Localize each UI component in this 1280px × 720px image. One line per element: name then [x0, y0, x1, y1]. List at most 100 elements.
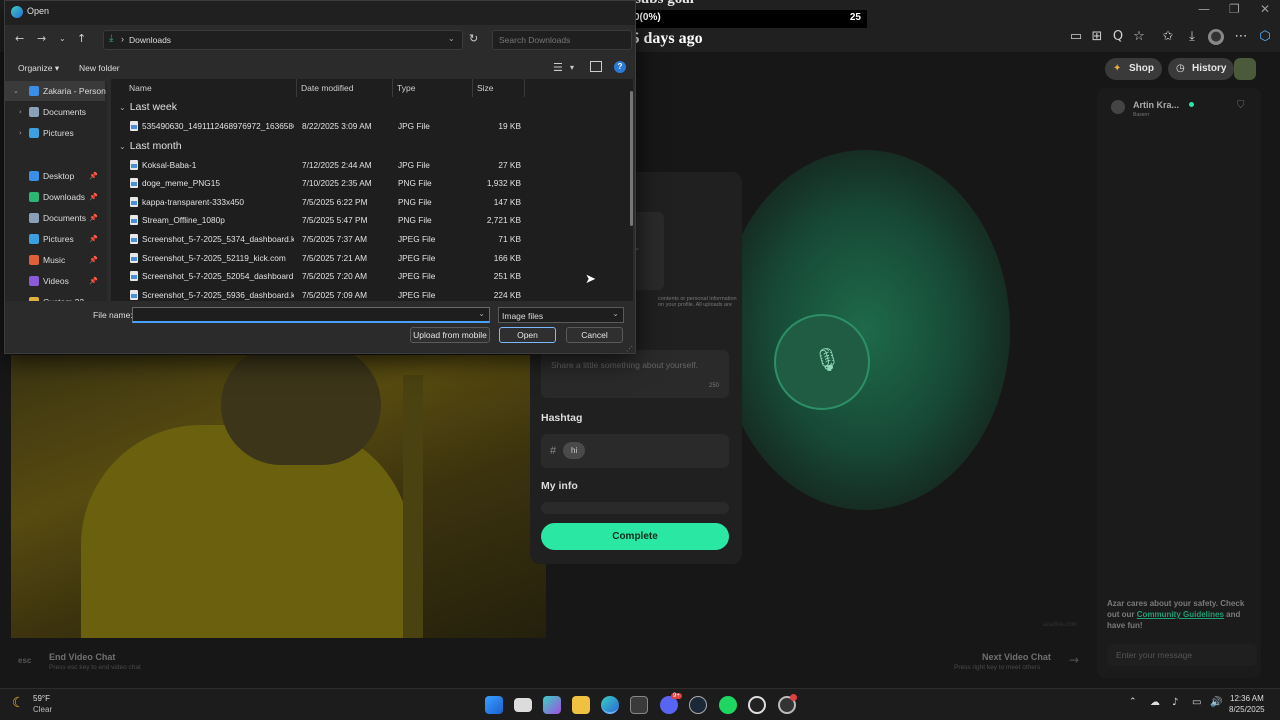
preview-pane-icon[interactable]	[590, 61, 602, 72]
profile-avatar-icon[interactable]: ●	[1208, 29, 1224, 45]
dialog-search-input[interactable]: Search Downloads	[492, 30, 632, 50]
user-avatar[interactable]	[1234, 58, 1256, 80]
display-icon[interactable]: ▭	[1192, 697, 1201, 708]
file-row[interactable]: Koksal-Baba-1 7/12/2025 2:44 AM JPG File 27…	[111, 156, 631, 174]
group-chevron-icon[interactable]: ⌄	[119, 142, 126, 151]
downloads-icon[interactable]: ⤓	[1184, 29, 1200, 45]
nav-item[interactable]: Music 📌	[5, 250, 105, 270]
hashtag-chip[interactable]: hi	[563, 442, 586, 459]
nav-item[interactable]: Pictures ›	[5, 123, 105, 143]
onedrive-icon[interactable]: ☁	[1150, 697, 1160, 708]
shop-button[interactable]: ✦ Shop	[1105, 58, 1162, 80]
nav-item[interactable]: Documents 📌	[5, 208, 105, 228]
help-icon[interactable]: ?	[614, 61, 626, 73]
expand-chevron-icon[interactable]: ›	[19, 123, 22, 143]
address-dropdown-icon[interactable]: ⌄	[448, 34, 455, 43]
next-arrow-icon[interactable]: →	[1069, 653, 1079, 667]
nav-item[interactable]: Zakaria - Person ⌄	[5, 81, 106, 101]
refresh-icon[interactable]: ↻	[469, 32, 478, 45]
nav-item[interactable]: Documents ›	[5, 102, 105, 122]
breadcrumb-downloads[interactable]: Downloads	[129, 35, 171, 45]
expand-chevron-icon[interactable]: ›	[19, 102, 22, 122]
file-row[interactable]: 535490630_1491112468976972_163658661... 8…	[111, 117, 631, 135]
filename-input[interactable]: ⌄	[132, 307, 490, 323]
report-shield-icon[interactable]: ⛉	[1237, 100, 1245, 111]
file-row[interactable]: Screenshot_5-7-2025_52119_kick.com 7/5/20…	[111, 249, 631, 267]
store-icon[interactable]	[572, 696, 590, 714]
steam-icon[interactable]	[689, 696, 707, 714]
task-view-icon[interactable]	[514, 698, 532, 712]
volume-icon[interactable]: 🔊	[1210, 697, 1222, 708]
file-group-label: Last month	[129, 139, 182, 152]
edge-taskbar-icon[interactable]	[601, 696, 619, 714]
history-button[interactable]: ◷ History	[1168, 58, 1235, 80]
expand-chevron-icon[interactable]: ⌄	[13, 81, 19, 101]
more-menu-icon[interactable]: ⋯	[1233, 29, 1249, 45]
end-chat-button[interactable]: End Video Chat	[49, 652, 115, 662]
up-arrow-icon[interactable]: ↑	[77, 32, 86, 45]
close-window-icon[interactable]: ✕	[1260, 2, 1270, 16]
favorites-list-icon[interactable]: ✩	[1160, 29, 1176, 45]
upload-from-mobile-button[interactable]: Upload from mobile	[410, 327, 490, 343]
column-name[interactable]: Name	[125, 79, 297, 97]
clock-time[interactable]: 12:36 AM	[1230, 694, 1264, 703]
clock-date[interactable]: 8/25/2025	[1229, 705, 1265, 714]
weather-desc[interactable]: Clear	[33, 705, 52, 714]
column-size[interactable]: Size	[473, 79, 525, 97]
column-date[interactable]: Date modified	[297, 79, 393, 97]
zoom-icon[interactable]: Q	[1110, 29, 1126, 45]
group-chevron-icon[interactable]: ⌄	[119, 103, 126, 112]
nav-item[interactable]: Custom 22	[5, 292, 105, 301]
view-options-icon[interactable]: ☰	[553, 61, 563, 74]
start-windows-icon[interactable]	[485, 696, 503, 714]
cast-icon[interactable]: ▭	[1068, 29, 1084, 45]
file-group-header[interactable]: ⌄ Last month	[119, 138, 182, 154]
nav-item[interactable]: Videos 📌	[5, 271, 105, 291]
nav-item[interactable]: Desktop 📌	[5, 166, 105, 186]
bio-textarea[interactable]: Share a little something about yourself.…	[541, 350, 729, 398]
resize-grip-icon[interactable]: ⋰	[626, 345, 633, 353]
file-type: PNG File	[398, 196, 432, 207]
open-button[interactable]: Open	[499, 327, 556, 343]
copilot-icon[interactable]: ⬡	[1257, 29, 1273, 45]
filetype-select[interactable]: Image files ⌄	[498, 307, 624, 323]
file-row[interactable]: Screenshot_5-7-2025_5374_dashboard.kic..…	[111, 230, 631, 248]
terminal-icon[interactable]	[630, 696, 648, 714]
nav-item[interactable]: Downloads 📌	[5, 187, 105, 207]
favorite-icon[interactable]: ☆	[1131, 29, 1147, 45]
address-bar[interactable]: ⤓ › Downloads ⌄	[103, 30, 463, 50]
complete-button[interactable]: Complete	[541, 523, 729, 550]
new-folder-button[interactable]: New folder	[79, 63, 120, 73]
nav-item[interactable]: Pictures 📌	[5, 229, 105, 249]
file-group-header[interactable]: ⌄ Last week	[119, 99, 177, 115]
hashtag-field[interactable]: # hi	[541, 434, 729, 468]
file-row[interactable]: Stream_Offline_1080p 7/5/2025 5:47 PM PNG …	[111, 211, 631, 229]
maximize-icon[interactable]: ❐	[1229, 2, 1240, 16]
weather-moon-icon[interactable]: ☾	[12, 695, 25, 711]
file-row[interactable]: doge_meme_PNG15 7/10/2025 2:35 AM PNG File…	[111, 174, 631, 192]
view-dropdown-icon[interactable]: ▾	[570, 63, 574, 72]
next-chat-button[interactable]: Next Video Chat	[982, 652, 1051, 662]
mic-tray-icon[interactable]: ♪	[1172, 697, 1178, 708]
spotify-icon[interactable]	[719, 696, 737, 714]
column-type[interactable]: Type	[393, 79, 473, 97]
back-arrow-icon[interactable]: ←	[15, 32, 24, 45]
file-list-scrollbar[interactable]	[630, 91, 633, 226]
myinfo-field[interactable]	[541, 502, 729, 514]
message-input[interactable]: Enter your message	[1107, 644, 1257, 666]
copilot-taskbar-icon[interactable]	[543, 696, 561, 714]
file-row[interactable]: Screenshot_5-7-2025_52054_dashboard.ki..…	[111, 267, 631, 285]
cancel-button[interactable]: Cancel	[566, 327, 623, 343]
obs-icon[interactable]	[748, 696, 766, 714]
file-row[interactable]: Screenshot_5-7-2025_5936_dashboard.kic..…	[111, 286, 631, 301]
minimize-icon[interactable]: —	[1198, 2, 1210, 16]
recent-chevron-icon[interactable]: ⌄	[59, 34, 66, 43]
community-guidelines-link[interactable]: Community Guidelines	[1137, 610, 1224, 619]
organize-button[interactable]: Organize ▾	[18, 63, 59, 74]
app-available-icon[interactable]: ⊞	[1089, 29, 1105, 45]
tray-overflow-icon[interactable]: ⌃	[1129, 697, 1137, 707]
forward-arrow-icon[interactable]: →	[37, 32, 46, 45]
filename-dropdown-icon[interactable]: ⌄	[478, 309, 485, 318]
file-row[interactable]: kappa-transparent-333x450 7/5/2025 6:22 P…	[111, 193, 631, 211]
weather-temp[interactable]: 59°F	[33, 694, 50, 703]
